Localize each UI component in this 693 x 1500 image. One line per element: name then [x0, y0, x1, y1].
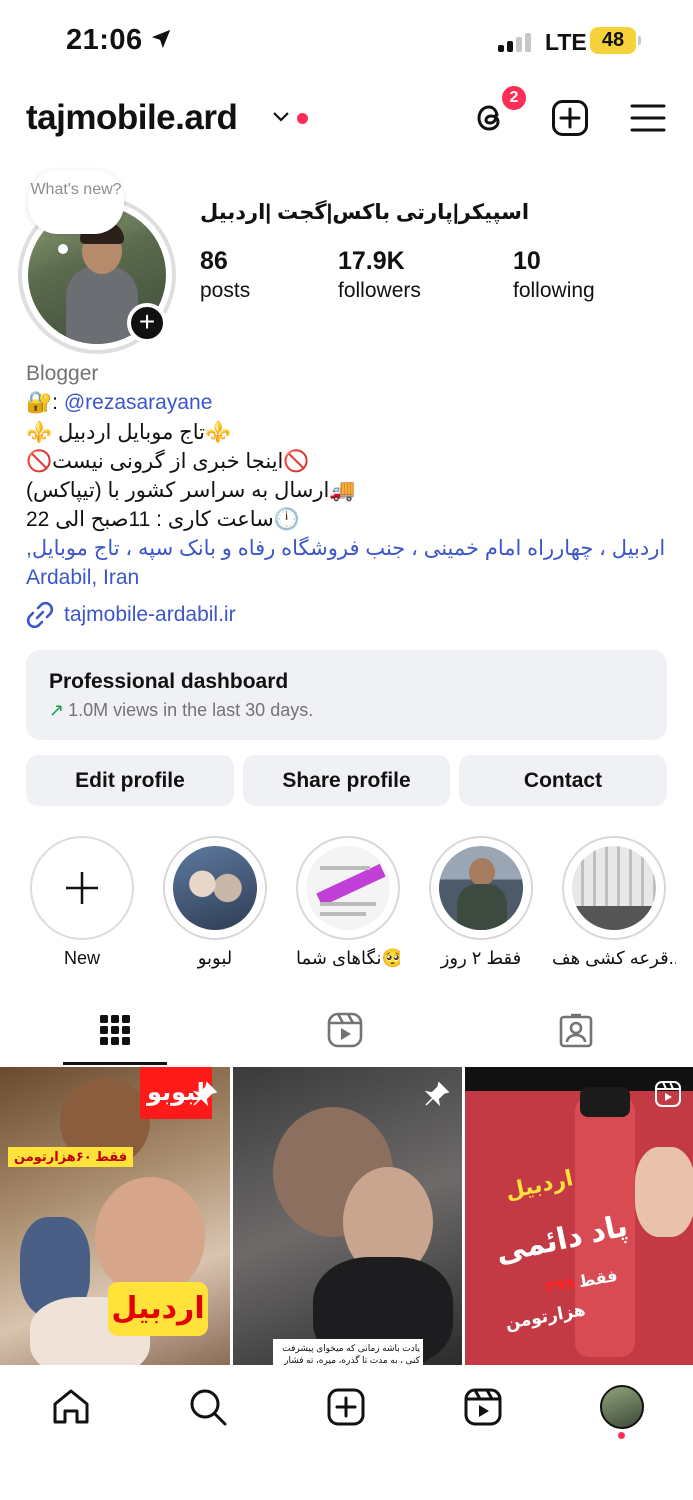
note-bubble-tail — [58, 244, 68, 254]
website-row[interactable]: tajmobile-ardabil.ir — [26, 600, 236, 629]
pin-icon — [192, 1081, 218, 1107]
reels-icon — [655, 1081, 681, 1107]
bottom-nav — [0, 1365, 693, 1500]
stat-followers[interactable]: 17.9K followers — [338, 247, 421, 303]
post-thumbnail[interactable]: لبوبو فقط ۶۰هزارتومن اردبیل — [0, 1067, 230, 1365]
home-icon[interactable] — [50, 1386, 92, 1428]
bio-line: 🚚ارسال به سراسر کشور با (تیپاکس) — [26, 479, 356, 502]
status-bar: 21:06 LTE 48 — [0, 0, 693, 80]
network-type: LTE — [545, 29, 587, 55]
post-thumbnail[interactable]: یادت باشه زمانی که میخوای پیشرفت کنی ، ب… — [233, 1067, 462, 1365]
create-post-icon[interactable] — [550, 98, 590, 138]
add-story-icon[interactable]: + — [127, 303, 167, 343]
post-overlay-city: اردبیل — [108, 1282, 208, 1336]
contact-button[interactable]: Contact — [459, 755, 667, 806]
threads-badge: 2 — [500, 84, 528, 112]
tab-tagged[interactable] — [556, 1010, 596, 1050]
profile-header: tajmobile.ard — [0, 90, 693, 150]
profile-full-name: اسپیکر|پارتی باکس|گجت |اردبیل — [200, 201, 530, 224]
search-icon[interactable] — [187, 1386, 229, 1428]
address-city-link[interactable]: Ardabil, Iran — [26, 563, 139, 592]
link-icon — [26, 601, 54, 628]
notification-dot — [297, 113, 308, 124]
dashboard-title: Professional dashboard — [49, 670, 289, 693]
stat-posts[interactable]: 86 posts — [200, 247, 250, 303]
signal-icon — [498, 32, 531, 52]
bio-line: ⚜️تاج موبایل اردبیل ⚜️ — [26, 421, 232, 444]
post-overlay-city: اردبیل — [503, 1165, 576, 1204]
bio-line: 🚫اینجا خبری از گرونی نیست🚫 — [26, 450, 310, 473]
bio-mention-line: 🔐: @rezasarayane — [26, 391, 213, 414]
battery-indicator: 48 — [590, 27, 641, 54]
pin-icon — [424, 1081, 450, 1107]
post-overlay-price: فقط ۶۰هزارتومن — [8, 1147, 134, 1167]
grid-icon — [100, 1015, 130, 1045]
bio-line: 🕛ساعت کاری : 11صبح الی 22 — [26, 508, 300, 531]
mention-link[interactable]: @rezasarayane — [64, 391, 213, 414]
username-switcher[interactable]: tajmobile.ard — [26, 98, 238, 138]
address-link[interactable]: اردبیل ، چهارراه امام خمینی ، جنب فروشگا… — [26, 534, 666, 563]
stat-following[interactable]: 10 following — [513, 247, 595, 303]
profile-category: Blogger — [26, 362, 99, 385]
trend-up-icon: ↗ — [49, 700, 65, 720]
create-icon[interactable] — [325, 1386, 367, 1428]
highlight-item[interactable]: قرعه کشی هف... — [552, 836, 676, 969]
highlight-item[interactable]: فقط ۲ روز — [429, 836, 533, 969]
active-tab-indicator — [63, 1062, 167, 1065]
dashboard-subtitle: ↗ 1.0M views in the last 30 days. — [49, 700, 314, 720]
professional-dashboard[interactable]: Professional dashboard ↗ 1.0M views in th… — [26, 650, 667, 740]
note-bubble[interactable]: What's new? — [28, 170, 124, 234]
highlight-item[interactable]: نگاهای شما🥺 — [296, 836, 400, 969]
post-caption: یادت باشه زمانی که میخوای پیشرفت کنی ، ب… — [273, 1339, 423, 1365]
post-thumbnail[interactable]: اردبیل پاد دائمی فقط ۳۹۹ هزارتومن — [465, 1067, 693, 1365]
highlight-item[interactable]: لبوبو — [163, 836, 267, 969]
tagged-person-icon — [559, 1013, 593, 1048]
plus-icon — [66, 872, 98, 904]
profile-tab-avatar[interactable] — [600, 1385, 644, 1429]
chevron-down-icon[interactable] — [272, 110, 290, 124]
notification-dot — [618, 1432, 625, 1439]
highlight-new[interactable]: New — [30, 836, 134, 969]
website-link[interactable]: tajmobile-ardabil.ir — [64, 600, 236, 629]
reels-icon — [327, 1012, 363, 1048]
share-profile-button[interactable]: Share profile — [243, 755, 450, 806]
status-time: 21:06 — [66, 24, 143, 56]
tab-reels[interactable] — [325, 1010, 365, 1050]
location-arrow-icon — [151, 29, 171, 49]
menu-icon[interactable] — [628, 98, 668, 138]
tab-posts-grid[interactable] — [95, 1010, 135, 1050]
reels-icon[interactable] — [462, 1386, 504, 1428]
edit-profile-button[interactable]: Edit profile — [26, 755, 234, 806]
